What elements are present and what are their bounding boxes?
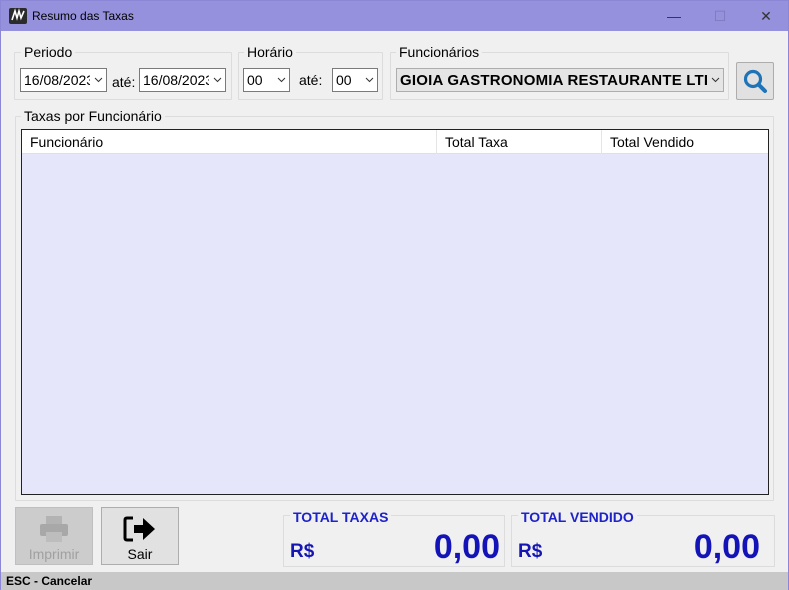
periodo-ate-label: até: xyxy=(112,74,136,90)
hour-to-select[interactable]: 00 xyxy=(332,68,378,92)
chevron-down-icon xyxy=(209,69,225,91)
date-to-value: 16/08/2023 xyxy=(143,72,209,88)
app-logo-icon xyxy=(9,8,27,24)
imprimir-button[interactable]: Imprimir xyxy=(15,507,93,565)
total-vendido-label: TOTAL VENDIDO xyxy=(518,509,637,525)
minimize-button[interactable]: — xyxy=(651,1,697,31)
close-button[interactable]: ✕ xyxy=(743,1,789,31)
chevron-down-icon xyxy=(707,69,723,91)
chevron-down-icon xyxy=(361,69,377,91)
total-taxas-value: 0,00 xyxy=(433,528,500,566)
window-title: Resumo das Taxas xyxy=(32,9,134,23)
taxas-label: Taxas por Funcionário xyxy=(21,108,165,124)
status-bar: ESC - Cancelar xyxy=(1,572,788,590)
search-button[interactable] xyxy=(736,62,774,100)
column-header-funcionario[interactable]: Funcionário xyxy=(22,130,437,154)
hour-to-value: 00 xyxy=(336,72,352,88)
total-vendido-value: 0,00 xyxy=(693,528,760,566)
date-to-picker[interactable]: 16/08/2023 xyxy=(139,68,226,92)
chevron-down-icon xyxy=(90,69,106,91)
taxas-list[interactable]: Funcionário Total Taxa Total Vendido xyxy=(21,129,769,495)
imprimir-label: Imprimir xyxy=(28,546,80,562)
column-header-total-taxa[interactable]: Total Taxa xyxy=(437,130,602,154)
total-taxas-box: TOTAL TAXAS R$ 0,00 xyxy=(283,509,505,567)
printer-icon xyxy=(38,512,70,546)
total-taxas-currency: R$ xyxy=(290,541,315,562)
total-vendido-currency: R$ xyxy=(518,541,543,562)
funcionario-select[interactable]: GIOIA GASTRONOMIA RESTAURANTE LTDA xyxy=(396,68,724,92)
main-window: Resumo das Taxas — ☐ ✕ Periodo 16/08/202… xyxy=(0,0,789,590)
funcionario-value: GIOIA GASTRONOMIA RESTAURANTE LTDA xyxy=(400,71,707,89)
hour-from-select[interactable]: 00 xyxy=(243,68,290,92)
total-taxas-label: TOTAL TAXAS xyxy=(290,509,392,525)
sair-label: Sair xyxy=(127,546,153,562)
total-vendido-box: TOTAL VENDIDO R$ 0,00 xyxy=(511,509,775,567)
search-icon xyxy=(743,69,767,93)
exit-icon xyxy=(123,512,157,546)
funcionarios-label: Funcionários xyxy=(396,44,483,60)
taxas-list-header: Funcionário Total Taxa Total Vendido xyxy=(22,130,768,154)
periodo-label: Periodo xyxy=(21,44,76,60)
chevron-down-icon xyxy=(273,69,289,91)
horario-ate-label: até: xyxy=(299,72,323,88)
date-from-value: 16/08/2023 xyxy=(24,72,90,88)
sair-button[interactable]: Sair xyxy=(101,507,179,565)
date-from-picker[interactable]: 16/08/2023 xyxy=(20,68,107,92)
column-header-total-vendido[interactable]: Total Vendido xyxy=(602,130,768,154)
horario-label: Horário xyxy=(244,44,296,60)
maximize-button[interactable]: ☐ xyxy=(697,1,743,31)
title-bar[interactable]: Resumo das Taxas — ☐ ✕ xyxy=(1,1,788,31)
hour-from-value: 00 xyxy=(247,72,263,88)
